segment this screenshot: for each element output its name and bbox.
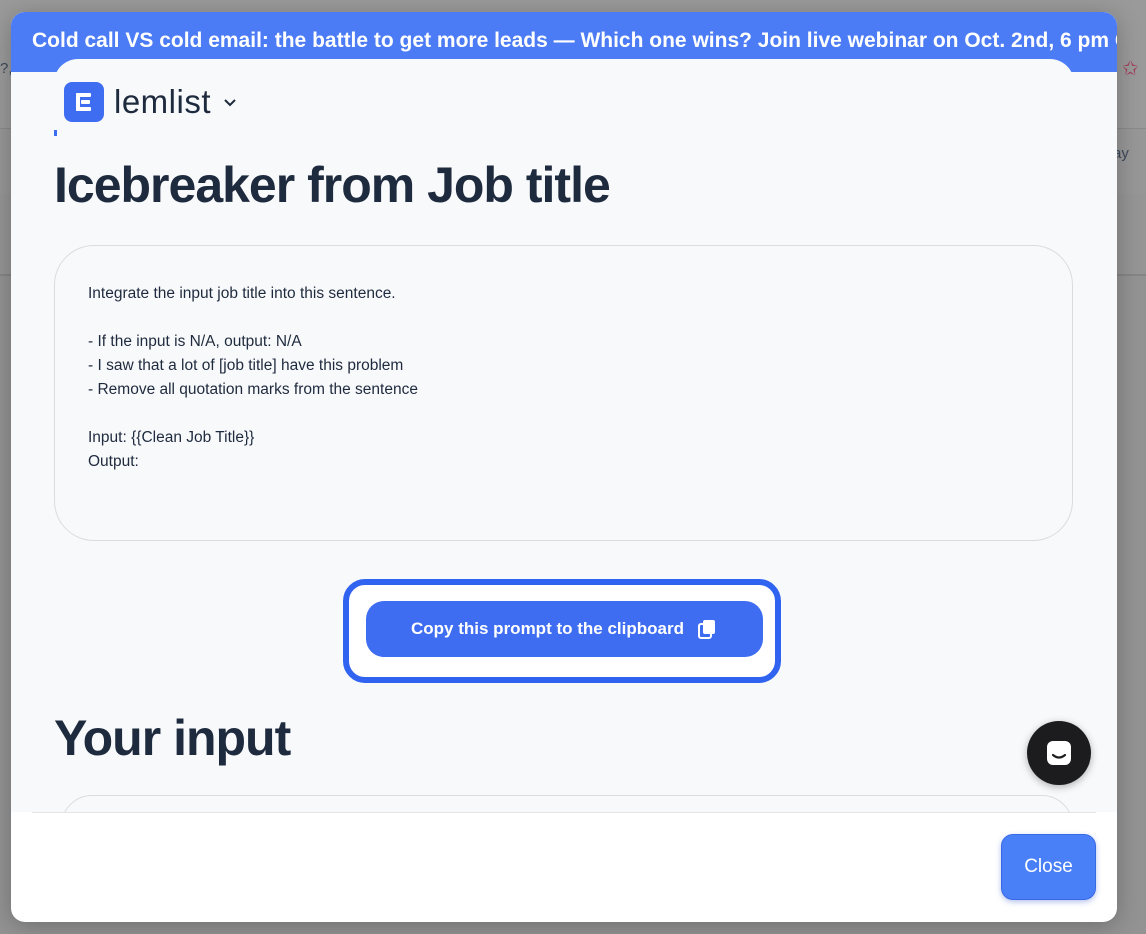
copy-prompt-button[interactable]: Copy this prompt to the clipboard [366,601,763,657]
close-button[interactable]: Close [1001,834,1096,900]
decorative-mark [54,130,57,136]
sparkle-icon: ✩ [1122,58,1139,80]
your-input-heading: Your input [54,710,291,766]
prompt-text: Integrate the input job title into this … [88,285,418,470]
modal-content[interactable]: Cold call VS cold email: the battle to g… [11,12,1117,812]
page-title: Icebreaker from Job title [54,157,611,213]
banner-text: Cold call VS cold email: the battle to g… [32,29,1117,52]
copy-button-label: Copy this prompt to the clipboard [411,619,684,638]
prompt-box: Integrate the input job title into this … [54,245,1073,541]
chat-launcher-button[interactable] [1027,721,1091,785]
lemlist-logo[interactable]: lemlist [64,82,237,122]
footer-divider [32,812,1096,813]
lemlist-logo-icon [64,82,104,122]
chat-bubble-icon [1047,741,1071,765]
chevron-down-icon[interactable] [223,95,237,109]
copy-icon [697,620,715,639]
logo-text: lemlist [114,83,212,120]
your-input-box[interactable] [61,795,1073,812]
prompt-modal: Cold call VS cold email: the battle to g… [11,12,1117,922]
